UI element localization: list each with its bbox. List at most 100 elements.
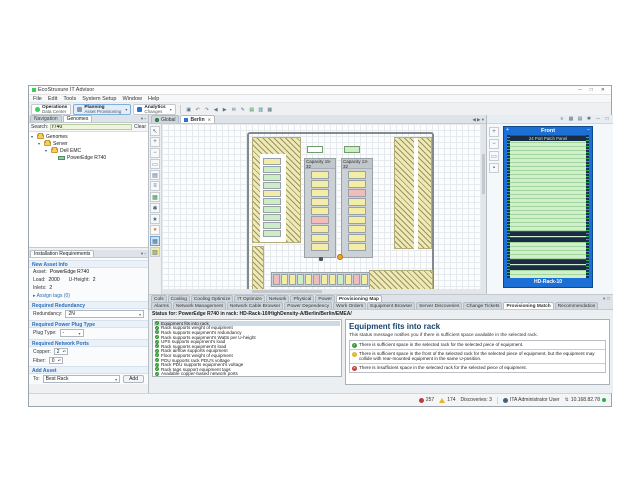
rack-cell[interactable] bbox=[263, 222, 281, 229]
expand-arrow-icon[interactable]: ▾ bbox=[31, 134, 35, 139]
tree-node-dell-emc[interactable]: ▾Dell EMC bbox=[29, 147, 148, 154]
rack-cell[interactable] bbox=[263, 190, 281, 197]
logged-in-user[interactable]: ITA Administrator User bbox=[503, 397, 560, 403]
rack-cell[interactable] bbox=[297, 274, 304, 285]
rack-cell[interactable] bbox=[263, 158, 281, 165]
rack-cell[interactable] bbox=[263, 182, 281, 189]
menu-tools[interactable]: Tools bbox=[63, 96, 76, 102]
rack-cell[interactable] bbox=[348, 243, 366, 251]
layers-icon[interactable]: ≡ bbox=[150, 181, 160, 191]
rack-cell[interactable] bbox=[348, 171, 366, 179]
rack-slots[interactable]: 24 Port Patch Panel bbox=[507, 135, 589, 278]
tab-installation-requirements[interactable]: Installation Requirements bbox=[30, 250, 94, 257]
back-icon[interactable]: ◀ bbox=[212, 106, 220, 114]
equipment-bar[interactable] bbox=[510, 265, 586, 270]
list-icon[interactable]: ≡ bbox=[558, 115, 566, 123]
panel-control-icons[interactable]: ▾ ▫ bbox=[141, 116, 146, 122]
rack-cell[interactable] bbox=[313, 274, 320, 285]
settings-icon[interactable]: ✱ bbox=[150, 203, 160, 213]
menu-system-setup[interactable]: System Setup bbox=[82, 96, 116, 102]
rack-cell[interactable] bbox=[281, 274, 288, 285]
to-select[interactable]: Best Rack ▾ bbox=[43, 375, 120, 383]
rack-cell[interactable] bbox=[311, 243, 329, 251]
rack-cell[interactable] bbox=[289, 274, 296, 285]
rack-cell[interactable] bbox=[273, 274, 280, 285]
tab-change-tickets[interactable]: Change Tickets bbox=[463, 302, 502, 309]
rack-cell[interactable] bbox=[311, 207, 329, 215]
zoom-out-icon[interactable]: − bbox=[489, 139, 499, 149]
save-icon[interactable]: ▣ bbox=[185, 106, 193, 114]
menu-edit[interactable]: Edit bbox=[48, 96, 57, 102]
floor-equipment-box[interactable] bbox=[344, 146, 360, 153]
view-tab-cooling-optimize[interactable]: Cooling Optimize bbox=[191, 295, 234, 302]
check-item-available-copper-based-network-ports[interactable]: ✓Available copper-based network ports bbox=[154, 372, 340, 377]
tab-recommendation[interactable]: Recommendation bbox=[555, 302, 599, 309]
maximize-button[interactable]: □ bbox=[587, 87, 596, 93]
doc-green-icon[interactable]: ▤ bbox=[248, 106, 256, 114]
mail-icon[interactable]: ✉ bbox=[230, 106, 238, 114]
minimize-panel-icon[interactable]: ─ bbox=[594, 115, 602, 123]
equipment-bar[interactable] bbox=[510, 231, 586, 236]
assign-tags-link[interactable]: ▸ Assign tags (0) bbox=[29, 292, 148, 300]
rack-group-b[interactable]: Capacity 13-32 bbox=[341, 158, 373, 258]
zoom-in-icon[interactable]: + bbox=[150, 137, 160, 147]
rack-cell[interactable] bbox=[337, 274, 344, 285]
rack-cell[interactable] bbox=[263, 206, 281, 213]
analytics-button[interactable]: Analytics Changes ▾ bbox=[133, 104, 175, 115]
rack-cell[interactable] bbox=[263, 166, 281, 173]
expand-arrow-icon[interactable]: ▾ bbox=[45, 148, 49, 153]
maximize-panel-icon[interactable]: □ bbox=[603, 115, 611, 123]
warning-count[interactable]: 174 bbox=[439, 397, 455, 403]
floor-plan-canvas[interactable]: Capacity 15-32 Capacity 13-32 bbox=[162, 124, 486, 294]
bottom-panel-controls[interactable]: ▾□ bbox=[486, 294, 613, 302]
placement-marker[interactable] bbox=[337, 254, 343, 260]
select-tool-icon[interactable]: ↖ bbox=[150, 126, 160, 136]
close-button[interactable]: ✕ bbox=[598, 87, 608, 93]
rack-cell[interactable] bbox=[305, 274, 312, 285]
add-button[interactable]: Add bbox=[123, 375, 144, 383]
rack-cell[interactable] bbox=[263, 198, 281, 205]
tab-alarms[interactable]: Alarms bbox=[151, 302, 172, 309]
undo-icon[interactable]: ↶ bbox=[194, 106, 202, 114]
search-input[interactable] bbox=[50, 124, 132, 130]
rack-cell[interactable] bbox=[311, 180, 329, 188]
equipment-bar[interactable] bbox=[510, 259, 586, 264]
view-tab-cols[interactable]: Cols bbox=[151, 295, 167, 302]
map-tab-global[interactable]: Global bbox=[151, 115, 179, 123]
rack-cell[interactable] bbox=[348, 225, 366, 233]
close-tab-icon[interactable]: ✕ bbox=[208, 117, 211, 122]
rack-elevation[interactable]: + Front − 24 Port Patch Panel HD-Rack-10 bbox=[503, 126, 593, 288]
print-icon[interactable]: ▤ bbox=[150, 170, 160, 180]
rack-cell[interactable] bbox=[311, 216, 329, 224]
panel-control-icons[interactable]: ▾ ▫ bbox=[141, 251, 146, 257]
tree-node-poweredge-r740[interactable]: PowerEdge R740 bbox=[29, 154, 148, 161]
expand-arrow-icon[interactable]: ▾ bbox=[38, 141, 42, 146]
copper-stepper[interactable]: 2 ▴▾ bbox=[54, 348, 68, 355]
menu-help[interactable]: Help bbox=[148, 96, 159, 102]
view-tab-cooling[interactable]: Cooling bbox=[168, 295, 190, 302]
redo-icon[interactable]: ↷ bbox=[203, 106, 211, 114]
view-tab-network[interactable]: Network bbox=[266, 295, 290, 302]
zoom-fit-icon[interactable]: ▭ bbox=[489, 151, 499, 161]
collapse-icon[interactable]: − bbox=[587, 127, 590, 133]
tags-icon[interactable]: ★ bbox=[150, 214, 160, 224]
rack-cell[interactable] bbox=[348, 234, 366, 242]
tab-server-discoveries[interactable]: Server Discoveries bbox=[416, 302, 462, 309]
equipment-bar[interactable] bbox=[510, 237, 586, 242]
plug-type-select[interactable]: - ▾ bbox=[60, 329, 84, 337]
tab-power-dependency[interactable]: Power Dependency bbox=[284, 302, 332, 309]
error-count[interactable]: 257 bbox=[419, 397, 434, 403]
map-tab-berlin[interactable]: Berlin✕ bbox=[180, 115, 215, 123]
fiber-stepper[interactable]: 0 ▴▾ bbox=[49, 357, 63, 364]
planning-button[interactable]: Planning Asset Provisioning ▾ bbox=[73, 104, 131, 115]
rack-cell[interactable] bbox=[348, 216, 366, 224]
forward-icon[interactable]: ▶ bbox=[221, 106, 229, 114]
rack-cell[interactable] bbox=[311, 198, 329, 206]
discoveries-status[interactable]: Discoveries: 3 bbox=[461, 397, 492, 403]
menu-window[interactable]: Window bbox=[122, 96, 142, 102]
provisioning-view-icon[interactable]: ▦ bbox=[150, 236, 160, 246]
alerts-icon[interactable]: ● bbox=[150, 225, 160, 235]
zoom-in-icon[interactable]: + bbox=[489, 127, 499, 137]
grid-green-icon[interactable]: ▦ bbox=[266, 106, 274, 114]
view-tab-provisioning-map[interactable]: Provisioning Map bbox=[336, 295, 382, 302]
